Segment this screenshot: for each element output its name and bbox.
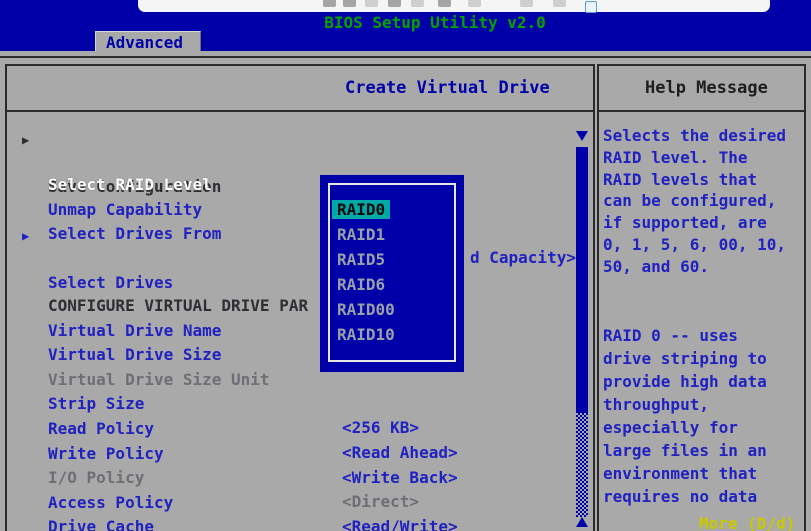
toolbar-icon — [468, 0, 481, 7]
menu-item-strip-size[interactable]: Strip Size <256 KB> — [14, 368, 574, 392]
toolbar-icon — [438, 0, 451, 7]
menu-item-value-fragment: d Capacity> — [470, 246, 576, 270]
help-panel-title: Help Message — [645, 78, 768, 98]
page-title: Create Virtual Drive — [345, 78, 550, 98]
menu-item-io-policy: I/O Policy <Direct> — [14, 442, 574, 466]
tab-advanced[interactable]: Advanced — [95, 31, 201, 51]
toolbar-icon — [553, 0, 566, 7]
help-text-line: drive striping to — [603, 348, 803, 370]
toolbar-icon — [388, 0, 401, 7]
header-divider — [0, 56, 811, 58]
help-text-line: RAID level. The — [603, 147, 803, 169]
dropdown-option-raid10[interactable]: RAID10 — [337, 322, 395, 347]
dropdown-option-raid1[interactable]: RAID1 — [337, 222, 385, 247]
dropdown-option-raid0[interactable]: RAID0 — [337, 197, 390, 222]
help-text-line: can be configured, — [603, 190, 803, 212]
help-text-line: provide high data — [603, 371, 803, 393]
title-separator — [599, 110, 804, 112]
menu-item-virtual-drive-size-unit: Virtual Drive Size Unit — [14, 344, 574, 368]
help-text-line: especially for — [603, 417, 803, 439]
bios-utility-title: BIOS Setup Utility v2.0 — [0, 13, 811, 32]
dropdown-option-raid6[interactable]: RAID6 — [337, 272, 385, 297]
raid-level-dropdown: RAID0 RAID1 RAID5 RAID6 RAID00 RAID10 — [320, 175, 464, 372]
more-help-hint: More (D/d) — [699, 514, 795, 531]
menu-item-select-drives-from[interactable]: Select Drives From d Capacity> — [14, 198, 574, 222]
scroll-up-icon[interactable] — [576, 517, 588, 527]
dropdown-option-raid00[interactable]: RAID00 — [337, 297, 395, 322]
toolbar-icon — [411, 0, 424, 7]
menu-item-unmap-capability[interactable]: Unmap Capability — [14, 174, 574, 198]
toolbar-icon — [323, 0, 336, 7]
toolbar-icon — [343, 0, 356, 7]
dropdown-option-raid5[interactable]: RAID5 — [337, 247, 385, 272]
menu-item-save-configuration[interactable]: ▶ Save Configuration — [14, 127, 574, 151]
menu-item-disable-background[interactable]: Disable Background <No> — [14, 516, 574, 531]
help-text-line: Selects the desired — [603, 125, 803, 147]
menu-item-access-policy[interactable]: Access Policy <Read/Write> — [14, 467, 574, 491]
help-text-line: throughput, — [603, 394, 803, 416]
menu-item-drive-cache[interactable]: Drive Cache <Unchanged> — [14, 491, 574, 515]
help-text-line: if supported, are — [603, 212, 803, 234]
section-heading-configure-parameters: CONFIGURE VIRTUAL DRIVE PAR — [14, 270, 574, 294]
title-separator — [7, 110, 593, 112]
help-text-line: 50, and 60. — [603, 256, 803, 278]
menu-item-virtual-drive-size[interactable]: Virtual Drive Size — [14, 319, 574, 343]
help-text-line: environment that — [603, 463, 803, 485]
menu-item-read-policy[interactable]: Read Policy <Read Ahead> — [14, 393, 574, 417]
menu-item-select-drives[interactable]: ▶ Select Drives — [14, 223, 574, 247]
toolbar-icon — [365, 0, 378, 7]
help-text-line: 0, 1, 5, 6, 00, 10, — [603, 234, 803, 256]
scroll-down-icon[interactable] — [576, 131, 588, 141]
help-text-line: requires no data — [603, 486, 803, 508]
scrollbar-thumb[interactable] — [576, 147, 588, 413]
toolbar-icon — [520, 0, 533, 7]
help-text-line: RAID levels that — [603, 169, 803, 191]
help-text-line: RAID 0 -- uses — [603, 325, 803, 347]
help-text-line: large files in an — [603, 440, 803, 462]
menu-item-virtual-drive-name[interactable]: Virtual Drive Name — [14, 295, 574, 319]
menu-item-write-policy[interactable]: Write Policy <Write Back> — [14, 418, 574, 442]
menu-item-select-raid-level[interactable]: Select RAID Level <RAID0> — [14, 149, 574, 173]
bios-setup-screen: BIOS Setup Utility v2.0 Advanced Create … — [0, 0, 811, 531]
submenu-arrow-icon: ▶ — [22, 224, 29, 248]
checkbox-icon[interactable] — [585, 1, 597, 13]
scrollbar-track[interactable] — [576, 413, 588, 517]
host-toolbar — [138, 0, 770, 12]
